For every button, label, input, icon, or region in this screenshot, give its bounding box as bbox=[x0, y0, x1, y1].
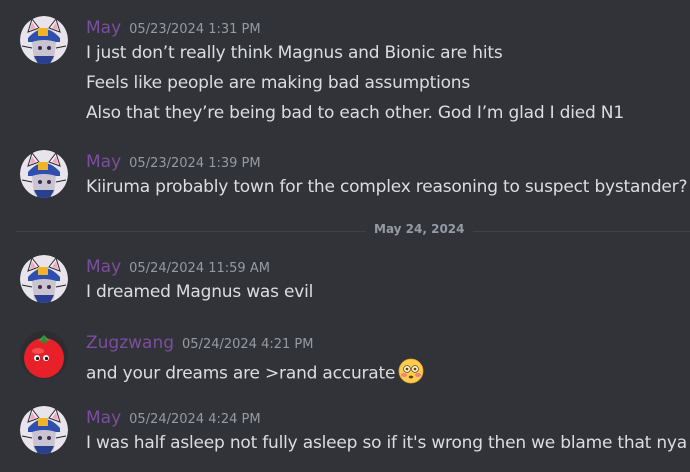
message-text: I dreamed Magnus was evil bbox=[86, 282, 314, 302]
message-header: May 05/24/2024 11:59 AM bbox=[86, 257, 270, 277]
may-avatar-icon[interactable] bbox=[20, 150, 68, 198]
message-header: May 05/24/2024 4:24 PM bbox=[86, 408, 261, 428]
message-text: I just don’t really think Magnus and Bio… bbox=[86, 43, 503, 63]
may-avatar-icon[interactable] bbox=[20, 255, 68, 303]
zugzwang-avatar-icon[interactable] bbox=[20, 331, 68, 379]
date-divider-line bbox=[16, 231, 690, 232]
date-divider-label: May 24, 2024 bbox=[366, 222, 473, 236]
message-header: May 05/23/2024 1:31 PM bbox=[86, 18, 261, 38]
message-text: I was half asleep not fully asleep so if… bbox=[86, 433, 688, 453]
message-header: May 05/23/2024 1:39 PM bbox=[86, 152, 261, 172]
may-avatar-icon[interactable] bbox=[20, 406, 68, 454]
author-name[interactable]: May bbox=[86, 152, 121, 172]
message-timestamp: 05/24/2024 4:24 PM bbox=[129, 412, 261, 427]
message-timestamp: 05/24/2024 11:59 AM bbox=[129, 261, 270, 276]
author-name[interactable]: May bbox=[86, 18, 121, 38]
flushed-face-emoji-icon bbox=[398, 358, 424, 389]
message-text-row: and your dreams are >rand accurate bbox=[86, 358, 424, 389]
author-name[interactable]: Zugzwang bbox=[86, 333, 174, 353]
message-text: and your dreams are >rand accurate bbox=[86, 363, 396, 384]
message-header: Zugzwang 05/24/2024 4:21 PM bbox=[86, 333, 313, 353]
message-timestamp: 05/24/2024 4:21 PM bbox=[182, 337, 314, 352]
may-avatar-icon[interactable] bbox=[20, 16, 68, 64]
message-text: Kiiruma probably town for the complex re… bbox=[86, 177, 688, 197]
message-text: Feels like people are making bad assumpt… bbox=[86, 73, 471, 93]
message-text: Also that they’re being bad to each othe… bbox=[86, 103, 624, 123]
author-name[interactable]: May bbox=[86, 408, 121, 428]
message-timestamp: 05/23/2024 1:39 PM bbox=[129, 156, 261, 171]
author-name[interactable]: May bbox=[86, 257, 121, 277]
message-timestamp: 05/23/2024 1:31 PM bbox=[129, 22, 261, 37]
